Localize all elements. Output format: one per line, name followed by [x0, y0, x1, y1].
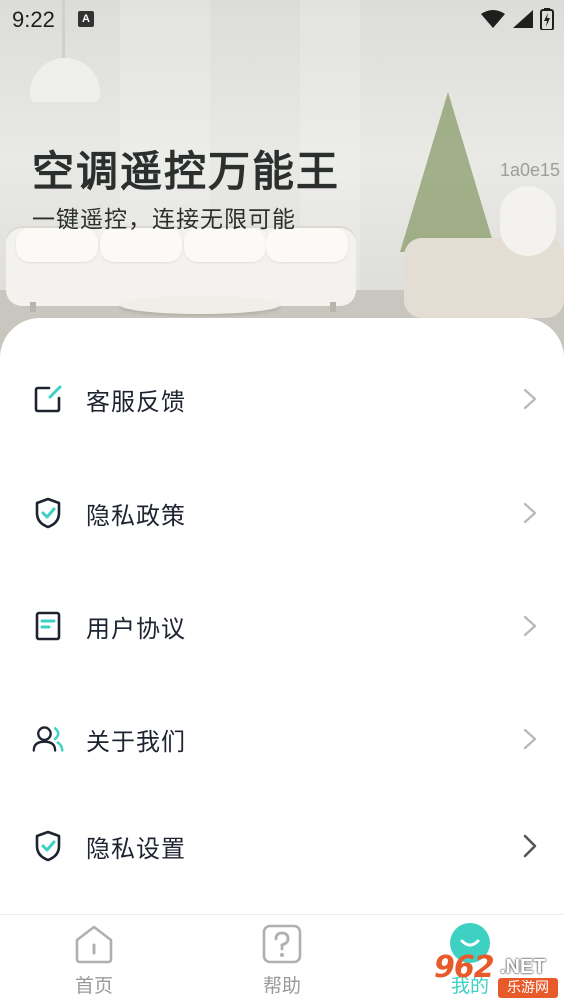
menu-item-label: 客服反馈	[86, 387, 186, 416]
sofa-leg	[30, 302, 36, 312]
menu-item-user-agreement[interactable]: 用户协议	[0, 581, 564, 671]
document-icon	[32, 610, 64, 642]
chevron-right-icon	[523, 834, 537, 858]
nav-item-home[interactable]: 首页	[0, 915, 188, 1004]
app-title: 空调遥控万能王	[32, 147, 341, 196]
help-icon	[262, 924, 302, 964]
shield-check-icon	[32, 830, 64, 862]
signal-icon	[513, 10, 533, 28]
edit-icon	[32, 383, 64, 415]
status-bar: 9:22 A	[0, 0, 564, 38]
app-subtitle: 一键遥控，连接无限可能	[32, 207, 296, 233]
shield-check-icon	[32, 497, 64, 529]
armchair-back	[500, 186, 556, 256]
battery-icon	[540, 8, 554, 30]
menu-item-label: 用户协议	[86, 614, 186, 643]
nav-item-help[interactable]: 帮助	[188, 915, 376, 1004]
coffee-table-illustration	[120, 296, 280, 314]
tree-illustration	[400, 92, 496, 252]
lamp-icon	[30, 58, 100, 102]
user-icon	[32, 723, 64, 755]
menu-item-privacy-policy[interactable]: 隐私政策	[0, 468, 564, 558]
menu-item-about-us[interactable]: 关于我们	[0, 694, 564, 784]
sofa-leg	[330, 302, 336, 312]
chevron-right-icon	[523, 502, 537, 524]
settings-card: 客服反馈 隐私政策 用户协议 关于我们 隐私设置	[0, 318, 564, 914]
hero-banner: 空调遥控万能王 一键遥控，连接无限可能 1a0e15	[0, 0, 564, 360]
chevron-right-icon	[523, 388, 537, 410]
menu-item-label: 关于我们	[86, 727, 186, 756]
nav-label-help: 帮助	[262, 975, 301, 997]
watermark-sub: 乐游网	[498, 978, 558, 998]
status-icons	[480, 8, 554, 30]
home-icon	[75, 925, 113, 964]
notification-badge-icon: A	[78, 11, 94, 27]
nav-label-home: 首页	[74, 975, 113, 997]
menu-item-privacy-settings[interactable]: 隐私设置	[0, 801, 564, 891]
menu-item-label: 隐私设置	[86, 834, 186, 863]
chevron-right-icon	[523, 615, 537, 637]
watermark-brand: 962	[434, 950, 495, 985]
hero-code-text: 1a0e15	[500, 160, 561, 180]
watermark-logo: 962 .NET 乐游网	[426, 944, 562, 1000]
chevron-right-icon	[523, 728, 537, 750]
status-time: 9:22	[12, 7, 55, 32]
watermark-domain: .NET	[500, 956, 546, 978]
wifi-icon	[481, 10, 505, 28]
menu-item-label: 隐私政策	[86, 501, 186, 530]
menu-item-feedback[interactable]: 客服反馈	[0, 354, 564, 444]
